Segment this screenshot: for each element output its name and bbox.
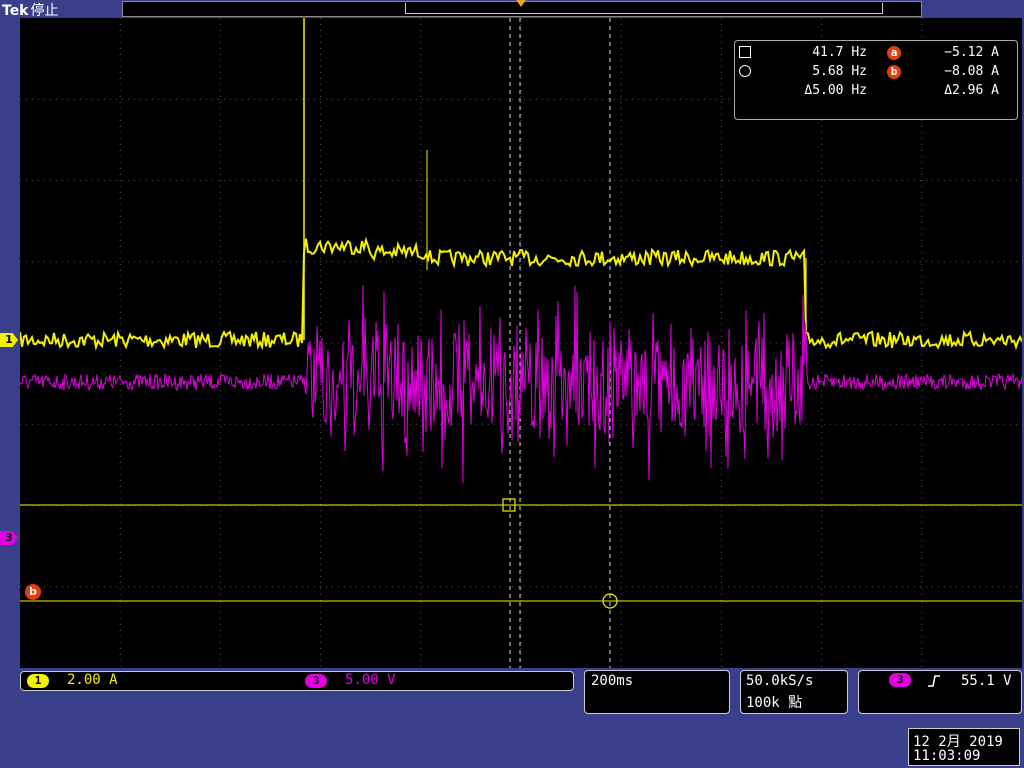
freq-2: 5.68 Hz — [812, 64, 867, 79]
trigger-position-marker-icon[interactable] — [516, 0, 526, 7]
acquisition-state: 停止 — [30, 3, 59, 19]
ch1-trace — [20, 236, 1022, 351]
waveform-display[interactable]: 41.7 Hz a −5.12 A 5.68 Hz b −8.08 A Δ5.0… — [20, 18, 1022, 668]
freq-1: 41.7 Hz — [812, 45, 867, 60]
trigger-source-badge[interactable]: 3 — [889, 673, 911, 687]
cursor-b-marker[interactable]: b — [25, 584, 41, 600]
delta-freq: Δ5.00 Hz — [804, 83, 867, 98]
brand-logo: Tek — [2, 3, 29, 19]
cursor-b-badge: b — [887, 65, 901, 79]
timebase-value: 200ms — [591, 673, 634, 689]
ch3-trace — [20, 284, 1022, 483]
ch1-level-marker[interactable]: 1 — [0, 333, 18, 347]
channel-scale-panel[interactable]: 1 2.00 A 3 5.00 V — [20, 671, 574, 691]
time-text: 11:03:09 — [913, 748, 981, 764]
rising-edge-icon — [928, 675, 940, 687]
record-view-window[interactable] — [405, 3, 883, 14]
record-length: 100k 點 — [746, 695, 803, 711]
measurement-row-1: 41.7 Hz a −5.12 A — [735, 44, 1017, 62]
circle-cursor-icon — [739, 65, 751, 77]
timebase-panel[interactable]: 200ms — [584, 670, 730, 714]
ch3-level-marker[interactable]: 3 — [0, 531, 18, 545]
measurement-row-2: 5.68 Hz b −8.08 A — [735, 63, 1017, 81]
datetime-panel: 12 2月 2019 11:03:09 — [908, 728, 1020, 766]
bottom-readout-bar: 1 2.00 A 3 5.00 V 200ms 50.0kS/s 100k 點 … — [0, 668, 1024, 768]
delta-value: Δ2.96 A — [944, 83, 999, 98]
measurement-row-delta: Δ5.00 Hz Δ2.96 A — [735, 82, 1017, 100]
ch3-badge[interactable]: 3 — [305, 674, 327, 688]
trigger-level: 55.1 V — [961, 673, 1012, 689]
ch1-badge[interactable]: 1 — [27, 674, 49, 688]
cursor-a-badge: a — [887, 46, 901, 60]
cursor-a-value: −5.12 A — [944, 45, 999, 60]
brand-state: Tek 停止 — [2, 0, 59, 20]
square-cursor-icon — [739, 46, 751, 58]
measurement-panel[interactable]: 41.7 Hz a −5.12 A 5.68 Hz b −8.08 A Δ5.0… — [734, 40, 1018, 120]
sample-rate: 50.0kS/s — [746, 673, 814, 689]
ch1-scale: 2.00 A — [67, 672, 118, 688]
sampling-panel[interactable]: 50.0kS/s 100k 點 — [740, 670, 848, 714]
trigger-panel[interactable]: 3 55.1 V — [858, 670, 1022, 714]
ch3-scale: 5.00 V — [345, 672, 396, 688]
top-status-bar: Tek 停止 — [0, 0, 1024, 20]
cursor-b-value: −8.08 A — [944, 64, 999, 79]
